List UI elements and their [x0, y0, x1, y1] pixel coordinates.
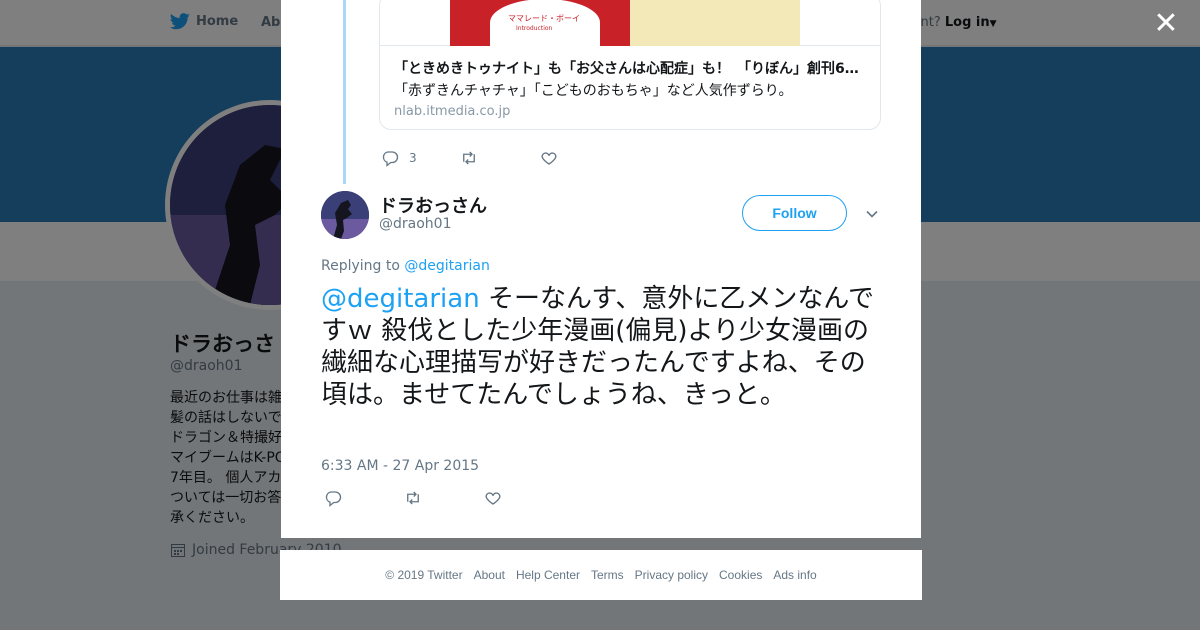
like-icon: [485, 492, 501, 505]
footer-link-privacy[interactable]: Privacy policy: [635, 568, 708, 582]
author-avatar[interactable]: [321, 191, 369, 239]
link-preview-card[interactable]: ママレード・ボーイ Introduction 「ときめきトゥナイト」も「お父さん…: [379, 0, 881, 130]
reply-icon: [325, 491, 342, 507]
like-icon: [541, 152, 557, 165]
close-icon[interactable]: ✕: [1152, 9, 1180, 39]
card-image-left: ママレード・ボーイ Introduction: [450, 0, 630, 46]
replying-to: Replying to @degitarian: [321, 258, 490, 274]
card-image: ママレード・ボーイ Introduction: [380, 0, 880, 46]
tweet-timestamp[interactable]: 6:33 AM - 27 Apr 2015: [321, 458, 479, 474]
tweet-mention-link[interactable]: @degitarian: [321, 284, 480, 314]
retweet-button[interactable]: [460, 149, 540, 167]
card-image-right: [630, 0, 800, 46]
reply-icon: [382, 151, 399, 167]
footer-link-help-center[interactable]: Help Center: [516, 568, 580, 582]
thread-connector-line: [343, 0, 346, 184]
card-title: 「ときめきトゥナイト」も「お父さんは心配症」も！ 「りぼん」創刊6…: [394, 61, 859, 77]
tweet-actions: [324, 489, 502, 507]
card-description: 「赤ずきんチャチャ」「こどものおもちゃ」など人気作ずらり。: [394, 83, 793, 99]
footer-link-about[interactable]: About: [474, 568, 505, 582]
follow-button[interactable]: Follow: [742, 195, 847, 231]
like-button[interactable]: [484, 489, 502, 507]
card-domain: nlab.itmedia.co.jp: [394, 104, 511, 119]
replying-handle-link[interactable]: @degitarian: [404, 258, 489, 274]
author-handle[interactable]: @draoh01: [379, 216, 451, 232]
reply-button[interactable]: [324, 489, 404, 507]
footer-link-terms[interactable]: Terms: [591, 568, 624, 582]
dragon-avatar-image: [321, 191, 369, 239]
card-image-caption-en: Introduction: [516, 25, 553, 32]
retweet-icon: [407, 491, 419, 505]
tweet-text: @degitarian そーなんす、意外に乙メンなんですｗ 殺伐とした少年漫画(…: [321, 283, 881, 411]
reply-count: 3: [409, 151, 417, 165]
retweet-button[interactable]: [404, 489, 484, 507]
chevron-down-icon[interactable]: [864, 206, 880, 222]
tweet-modal: ママレード・ボーイ Introduction 「ときめきトゥナイト」も「お父さん…: [281, 0, 921, 538]
footer-link-cookies[interactable]: Cookies: [719, 568, 762, 582]
footer: © 2019 Twitter About Help Center Terms P…: [280, 550, 922, 600]
footer-copyright: © 2019 Twitter: [385, 568, 463, 582]
replying-prefix: Replying to: [321, 258, 400, 274]
like-button[interactable]: [540, 149, 568, 167]
author-name[interactable]: ドラおっさん: [379, 192, 487, 218]
parent-tweet-actions: 3: [381, 149, 568, 167]
card-image-caption-jp: ママレード・ボーイ: [508, 14, 580, 23]
reply-button[interactable]: 3: [381, 149, 460, 167]
retweet-icon: [463, 151, 475, 165]
footer-link-ads-info[interactable]: Ads info: [773, 568, 816, 582]
